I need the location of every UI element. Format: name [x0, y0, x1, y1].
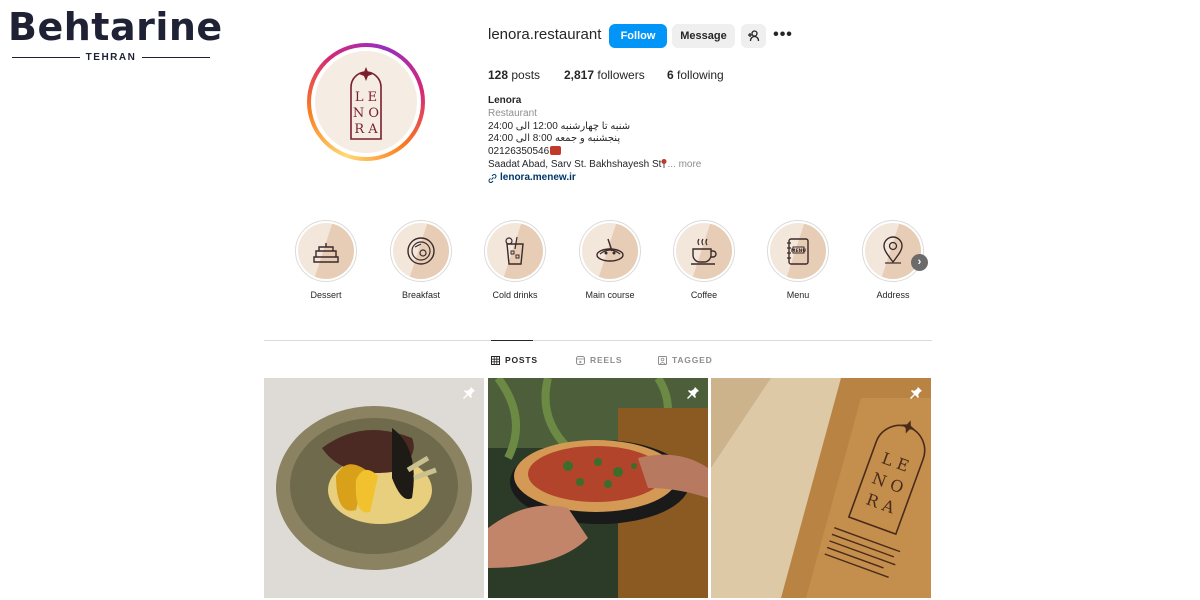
highlight-label: Menu	[786, 290, 810, 300]
svg-text:L E: L E	[355, 90, 377, 105]
highlight-label: Coffee	[690, 290, 718, 300]
following-count[interactable]: 6 following	[667, 68, 724, 82]
active-tab-indicator	[491, 340, 533, 341]
reels-icon	[576, 355, 585, 365]
svg-text:MENU: MENU	[791, 248, 806, 254]
tabs-divider	[264, 340, 932, 341]
bio-website-link[interactable]: lenora.menew.ir	[488, 172, 701, 185]
highlights-next-arrow-icon[interactable]: ›	[911, 254, 928, 271]
suggested-accounts-button[interactable]	[741, 24, 766, 48]
bio-category: Restaurant	[488, 107, 537, 119]
watermark-brand: Behtarine	[8, 5, 223, 49]
add-person-icon	[748, 30, 760, 42]
main-course-icon	[596, 238, 624, 262]
lenora-logo-icon: L E N O R A	[350, 67, 382, 140]
highlight-label: Main course	[585, 290, 635, 300]
avatar: L E N O R A	[315, 51, 417, 153]
highlight-breakfast[interactable]: Breakfast	[386, 220, 456, 300]
highlight-main-course[interactable]: Main course	[575, 220, 645, 300]
pizza-photo	[488, 378, 708, 598]
highlight-label: Address	[876, 290, 910, 300]
cold-drink-icon	[505, 236, 524, 265]
map-pin-icon	[883, 236, 903, 264]
menu-paper-photo: L E N O R A	[711, 378, 931, 598]
posts-count[interactable]: 128 posts	[488, 68, 540, 82]
tab-tagged[interactable]: TAGGED	[658, 355, 713, 365]
tab-posts[interactable]: POSTS	[491, 355, 538, 365]
tab-reels[interactable]: REELS	[576, 355, 622, 365]
cake-icon	[313, 243, 339, 263]
bio-more-link[interactable]: ... more	[667, 159, 701, 170]
followers-count[interactable]: 2,817 followers	[564, 68, 645, 82]
bio-address-row: Saadat Abad, Sarv St. Bakhshayesh St ... …	[488, 158, 701, 172]
bio-hours-weekdays: شنبه تا چهارشنبه 12:00 الی 24:00	[488, 120, 631, 132]
profile-avatar-story-ring[interactable]: L E N O R A	[307, 43, 425, 161]
bio-address: Saadat Abad, Sarv St. Bakhshayesh St	[488, 158, 662, 170]
svg-text:N O: N O	[353, 106, 379, 121]
grid-icon	[491, 355, 500, 365]
watermark-city-row: TEHRAN	[12, 50, 211, 64]
highlight-label: Cold drinks	[492, 290, 538, 300]
watermark-city: TEHRAN	[85, 51, 137, 63]
watermark-logo: Behtarine TEHRAN	[8, 6, 222, 64]
highlight-label: Breakfast	[401, 290, 441, 300]
post-tile-2[interactable]	[488, 378, 708, 598]
highlight-label: Dessert	[310, 290, 342, 300]
steak-plate-photo	[264, 378, 484, 598]
pinned-post-icon	[463, 387, 475, 399]
bio-hours-weekend: پنجشنبه و جمعه 8:00 الی 24:00	[488, 133, 621, 145]
pinned-post-icon	[910, 387, 922, 399]
more-options-icon[interactable]: •••	[773, 26, 793, 46]
pinned-post-icon	[687, 387, 699, 399]
message-button[interactable]: Message	[672, 24, 735, 48]
tagged-icon	[658, 355, 667, 365]
bio-name: Lenora	[488, 95, 522, 106]
highlight-coffee[interactable]: Coffee	[669, 220, 739, 300]
bio-phone-row: 02126350546	[488, 146, 701, 159]
profile-bio: Lenora Restaurant شنبه تا چهارشنبه 12:00…	[488, 95, 701, 185]
breakfast-plate-icon	[407, 237, 435, 265]
post-tile-1[interactable]	[264, 378, 484, 598]
bio-phone: 02126350546	[488, 146, 550, 158]
telephone-icon	[550, 146, 562, 156]
menu-book-icon: MENU	[787, 238, 809, 265]
coffee-cup-icon	[691, 238, 717, 265]
highlight-cold-drinks[interactable]: Cold drinks	[480, 220, 550, 300]
svg-text:R A: R A	[354, 122, 378, 137]
profile-username: lenora.restaurant	[488, 26, 602, 43]
highlight-dessert[interactable]: Dessert	[291, 220, 361, 300]
highlight-menu[interactable]: MENU Menu	[763, 220, 833, 300]
follow-button[interactable]: Follow	[609, 24, 667, 48]
post-tile-3[interactable]: L E N O R A	[711, 378, 931, 598]
link-icon	[488, 173, 497, 183]
